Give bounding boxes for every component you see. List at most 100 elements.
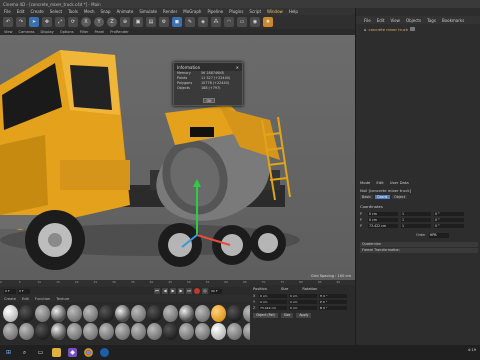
ok-button[interactable]: OK xyxy=(203,98,215,103)
mat-menu-texture[interactable]: Texture xyxy=(56,297,69,301)
menu-window[interactable]: Window xyxy=(267,9,283,14)
current-frame-field[interactable]: 0 F xyxy=(18,288,30,294)
material-swatch[interactable] xyxy=(83,305,98,322)
light-icon[interactable]: ✹ xyxy=(263,17,273,27)
scale-tool-icon[interactable]: ⤢ xyxy=(55,17,65,27)
coord-position-field[interactable]: 73.422 cm xyxy=(368,223,398,229)
tab-object[interactable]: Object xyxy=(392,195,408,199)
tab-basic[interactable]: Basic xyxy=(360,195,373,199)
z-axis-icon[interactable]: Z xyxy=(107,17,117,27)
cube-icon[interactable]: ◼ xyxy=(172,17,182,27)
am-menu-mode[interactable]: Mode xyxy=(360,180,370,185)
object-tree-item[interactable]: ⌂ concrete mixer truck xyxy=(364,26,474,32)
autokey-icon[interactable]: ◎ xyxy=(202,288,208,294)
menu-plugins[interactable]: Plugins xyxy=(229,9,243,14)
mat-menu-create[interactable]: Create xyxy=(4,297,16,301)
menu-animate[interactable]: Animate xyxy=(117,9,134,14)
material-swatch[interactable] xyxy=(163,305,178,322)
material-swatch[interactable] xyxy=(19,305,34,322)
move-tool-icon[interactable]: ✥ xyxy=(42,17,52,27)
size-field[interactable]: 0 cm xyxy=(289,299,317,305)
vp-menu-display[interactable]: Display xyxy=(41,30,54,34)
om-menu-edit[interactable]: Edit xyxy=(377,18,385,23)
material-swatch[interactable] xyxy=(195,305,210,322)
material-swatch[interactable] xyxy=(3,305,18,322)
freeze-transformation-section[interactable]: Freeze Transformation xyxy=(360,248,478,253)
material-swatch[interactable] xyxy=(131,305,146,322)
quaternion-section[interactable]: Quaternion xyxy=(360,242,478,247)
rotate-tool-icon[interactable]: ⟳ xyxy=(68,17,78,27)
tab-coord[interactable]: Coord. xyxy=(374,195,391,199)
render-view-icon[interactable]: ▣ xyxy=(133,17,143,27)
material-swatch[interactable] xyxy=(51,323,66,340)
om-menu-bookmarks[interactable]: Bookmarks xyxy=(442,18,464,23)
size-field[interactable]: 0 cm xyxy=(289,293,317,299)
tag-icon[interactable] xyxy=(410,27,416,31)
menu-pipeline[interactable]: Pipeline xyxy=(207,9,223,14)
coord-position-field[interactable]: 0 cm xyxy=(368,217,398,223)
material-swatch[interactable] xyxy=(99,323,114,340)
om-menu-view[interactable]: View xyxy=(390,18,400,23)
material-swatch[interactable] xyxy=(67,305,82,322)
material-swatch[interactable] xyxy=(115,305,130,322)
coord-scale-field[interactable]: 1 xyxy=(401,211,431,217)
menu-mesh[interactable]: Mesh xyxy=(84,9,95,14)
vp-menu-cameras[interactable]: Cameras xyxy=(19,30,35,34)
end-frame-field[interactable]: 90 F xyxy=(210,288,222,294)
coord-rotation-field[interactable]: 0 ° xyxy=(434,217,464,223)
mat-menu-function[interactable]: Function xyxy=(35,297,50,301)
material-swatch[interactable] xyxy=(163,323,178,340)
vp-menu-options[interactable]: Options xyxy=(60,30,74,34)
task-view-icon[interactable]: ▭ xyxy=(36,348,45,357)
om-menu-tags[interactable]: Tags xyxy=(427,18,436,23)
previous-key-icon[interactable]: ◀ xyxy=(162,288,168,294)
floor-icon[interactable]: ▭ xyxy=(237,17,247,27)
material-swatch[interactable] xyxy=(83,323,98,340)
close-icon[interactable]: ✕ xyxy=(236,65,239,70)
material-swatch[interactable] xyxy=(131,323,146,340)
menu-create[interactable]: Create xyxy=(30,9,43,14)
size-mode-select[interactable]: Size xyxy=(280,313,294,318)
material-swatch[interactable] xyxy=(227,323,242,340)
material-swatch[interactable] xyxy=(51,305,66,322)
rotation-field[interactable]: B 0 ° xyxy=(319,305,347,311)
coord-scale-field[interactable]: 1 xyxy=(401,217,431,223)
vp-menu-view[interactable]: View xyxy=(4,30,13,34)
material-swatch[interactable] xyxy=(211,305,226,322)
file-explorer-icon[interactable] xyxy=(52,348,61,357)
order-select[interactable]: HPB xyxy=(428,233,449,238)
chrome-icon[interactable] xyxy=(84,348,93,357)
material-swatch[interactable] xyxy=(179,305,194,322)
record-icon[interactable] xyxy=(194,288,200,294)
camera-icon[interactable]: ◉ xyxy=(250,17,260,27)
vp-menu-prorender[interactable]: ProRender xyxy=(110,30,129,34)
go-to-end-icon[interactable]: ⏭ xyxy=(186,288,192,294)
om-menu-objects[interactable]: Objects xyxy=(406,18,421,23)
material-swatch[interactable] xyxy=(35,305,50,322)
coord-position-field[interactable]: 0 cm xyxy=(368,211,398,217)
menu-tools[interactable]: Tools xyxy=(68,9,78,14)
render-picture-viewer-icon[interactable]: ▤ xyxy=(146,17,156,27)
material-swatch[interactable] xyxy=(67,323,82,340)
size-field[interactable]: 0 cm xyxy=(289,305,317,311)
coordinate-system-icon[interactable]: ⊕ xyxy=(120,17,130,27)
material-swatch[interactable] xyxy=(115,323,130,340)
om-menu-file[interactable]: File xyxy=(364,18,371,23)
menu-select[interactable]: Select xyxy=(50,9,62,14)
windows-start-icon[interactable]: ⊞ xyxy=(4,348,13,357)
visual-studio-icon[interactable]: ◆ xyxy=(68,348,77,357)
x-axis-icon[interactable]: X xyxy=(81,17,91,27)
material-swatch[interactable] xyxy=(19,323,34,340)
go-to-start-icon[interactable]: ⏮ xyxy=(154,288,160,294)
material-swatch[interactable] xyxy=(147,323,162,340)
menu-help[interactable]: Help xyxy=(289,9,298,14)
play-icon[interactable]: ▶ xyxy=(170,288,176,294)
array-icon[interactable]: ⁂ xyxy=(211,17,221,27)
redo-icon[interactable]: ↷ xyxy=(16,17,26,27)
coordinate-mode-select[interactable]: Object (Rel) xyxy=(253,313,278,318)
menu-edit[interactable]: Edit xyxy=(17,9,25,14)
y-axis-icon[interactable]: Y xyxy=(94,17,104,27)
material-swatch[interactable] xyxy=(147,305,162,322)
search-icon[interactable]: ⌕ xyxy=(20,348,29,357)
next-key-icon[interactable]: ▶ xyxy=(178,288,184,294)
